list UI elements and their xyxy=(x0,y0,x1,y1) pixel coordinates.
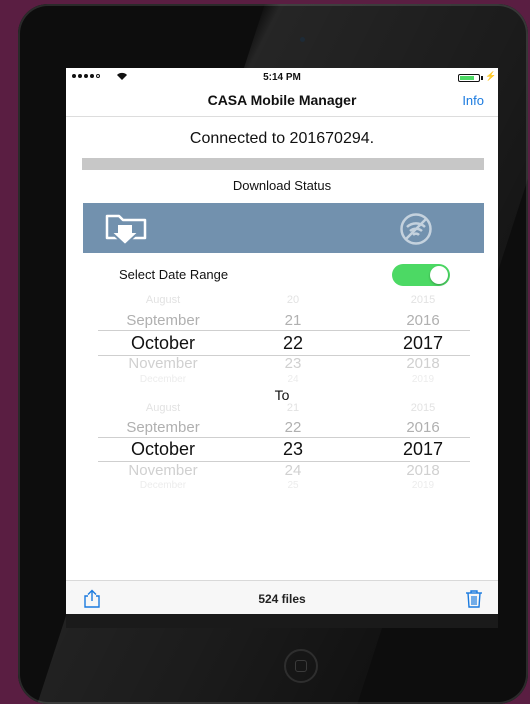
info-button[interactable]: Info xyxy=(462,93,484,108)
picker-row[interactable]: December 25 2019 xyxy=(98,480,470,500)
status-time: 5:14 PM xyxy=(263,72,301,83)
picker-row[interactable]: September 21 2016 xyxy=(98,312,470,332)
picker-selection-line xyxy=(98,437,470,438)
navigation-bar: CASA Mobile Manager Info xyxy=(66,86,498,117)
download-status-label: Download Status xyxy=(232,178,332,193)
toggle-knob xyxy=(430,266,448,284)
page-title: CASA Mobile Manager xyxy=(207,92,357,108)
from-date-picker[interactable]: August 20 2015 September 21 2016 October… xyxy=(98,294,470,385)
folder-download-icon[interactable] xyxy=(105,210,149,253)
to-label: To xyxy=(274,387,290,403)
home-square-icon xyxy=(295,660,307,672)
battery-tip xyxy=(481,76,483,80)
action-banner xyxy=(83,203,484,253)
wifi-off-icon[interactable] xyxy=(399,212,433,251)
picker-row-selected[interactable]: October 22 2017 xyxy=(98,333,470,353)
charging-bolt-icon: ⚡ xyxy=(485,71,497,81)
picker-row[interactable]: November 23 2018 xyxy=(98,355,470,375)
date-range-toggle[interactable] xyxy=(392,264,450,286)
battery-icon xyxy=(458,74,480,82)
picker-selection-line xyxy=(98,330,470,331)
app-screen: 5:14 PM ⚡ CASA Mobile Manager Info Conne… xyxy=(66,68,498,614)
picker-row[interactable]: September 22 2016 xyxy=(98,419,470,439)
file-count: 524 files xyxy=(258,592,306,606)
select-date-range-label: Select Date Range xyxy=(119,267,229,282)
picker-row[interactable]: November 24 2018 xyxy=(98,462,470,482)
status-bar: 5:14 PM ⚡ xyxy=(66,68,498,86)
screen-bottom-bezel xyxy=(66,614,498,628)
trash-icon[interactable] xyxy=(464,589,484,614)
bottom-toolbar: 524 files xyxy=(66,580,498,614)
camera-icon xyxy=(300,37,305,42)
picker-row[interactable]: August 20 2015 xyxy=(98,294,470,314)
picker-row-selected[interactable]: October 23 2017 xyxy=(98,439,470,459)
to-date-picker[interactable]: August 21 2015 September 22 2016 October… xyxy=(98,402,470,492)
download-progress-bar xyxy=(82,158,484,170)
connection-status: Connected to 201670294. xyxy=(189,130,375,147)
